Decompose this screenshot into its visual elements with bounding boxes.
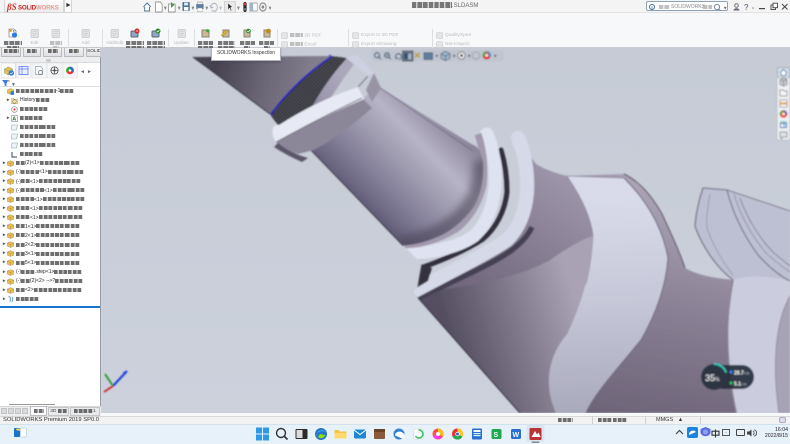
svg-text:▼: ▼ — [163, 6, 168, 13]
svg-text:βS: βS — [6, 2, 17, 12]
svg-text:▼: ▼ — [493, 54, 497, 59]
svg-text:►: ► — [87, 69, 92, 75]
svg-text:▼: ▼ — [204, 6, 209, 13]
svg-text:SOLIDWORKS: SOLIDWORKS — [18, 5, 59, 12]
svg-text:▼: ▼ — [452, 54, 456, 59]
svg-text:▼: ▼ — [236, 6, 241, 13]
svg-text:▼: ▼ — [218, 6, 223, 13]
svg-text:▼: ▼ — [435, 54, 439, 59]
svg-text:S: S — [494, 432, 499, 439]
svg-text:◄: ◄ — [80, 69, 85, 75]
svg-text:?: ? — [744, 3, 749, 12]
svg-text:W: W — [513, 432, 520, 439]
svg-text:▼: ▼ — [268, 6, 271, 13]
svg-text:▼: ▼ — [723, 6, 727, 11]
svg-text:▼: ▼ — [191, 6, 196, 13]
svg-text:▼: ▼ — [177, 6, 182, 13]
svg-text:▼: ▼ — [11, 82, 16, 87]
svg-text:▼: ▼ — [467, 54, 471, 59]
svg-text:A: A — [12, 116, 16, 122]
